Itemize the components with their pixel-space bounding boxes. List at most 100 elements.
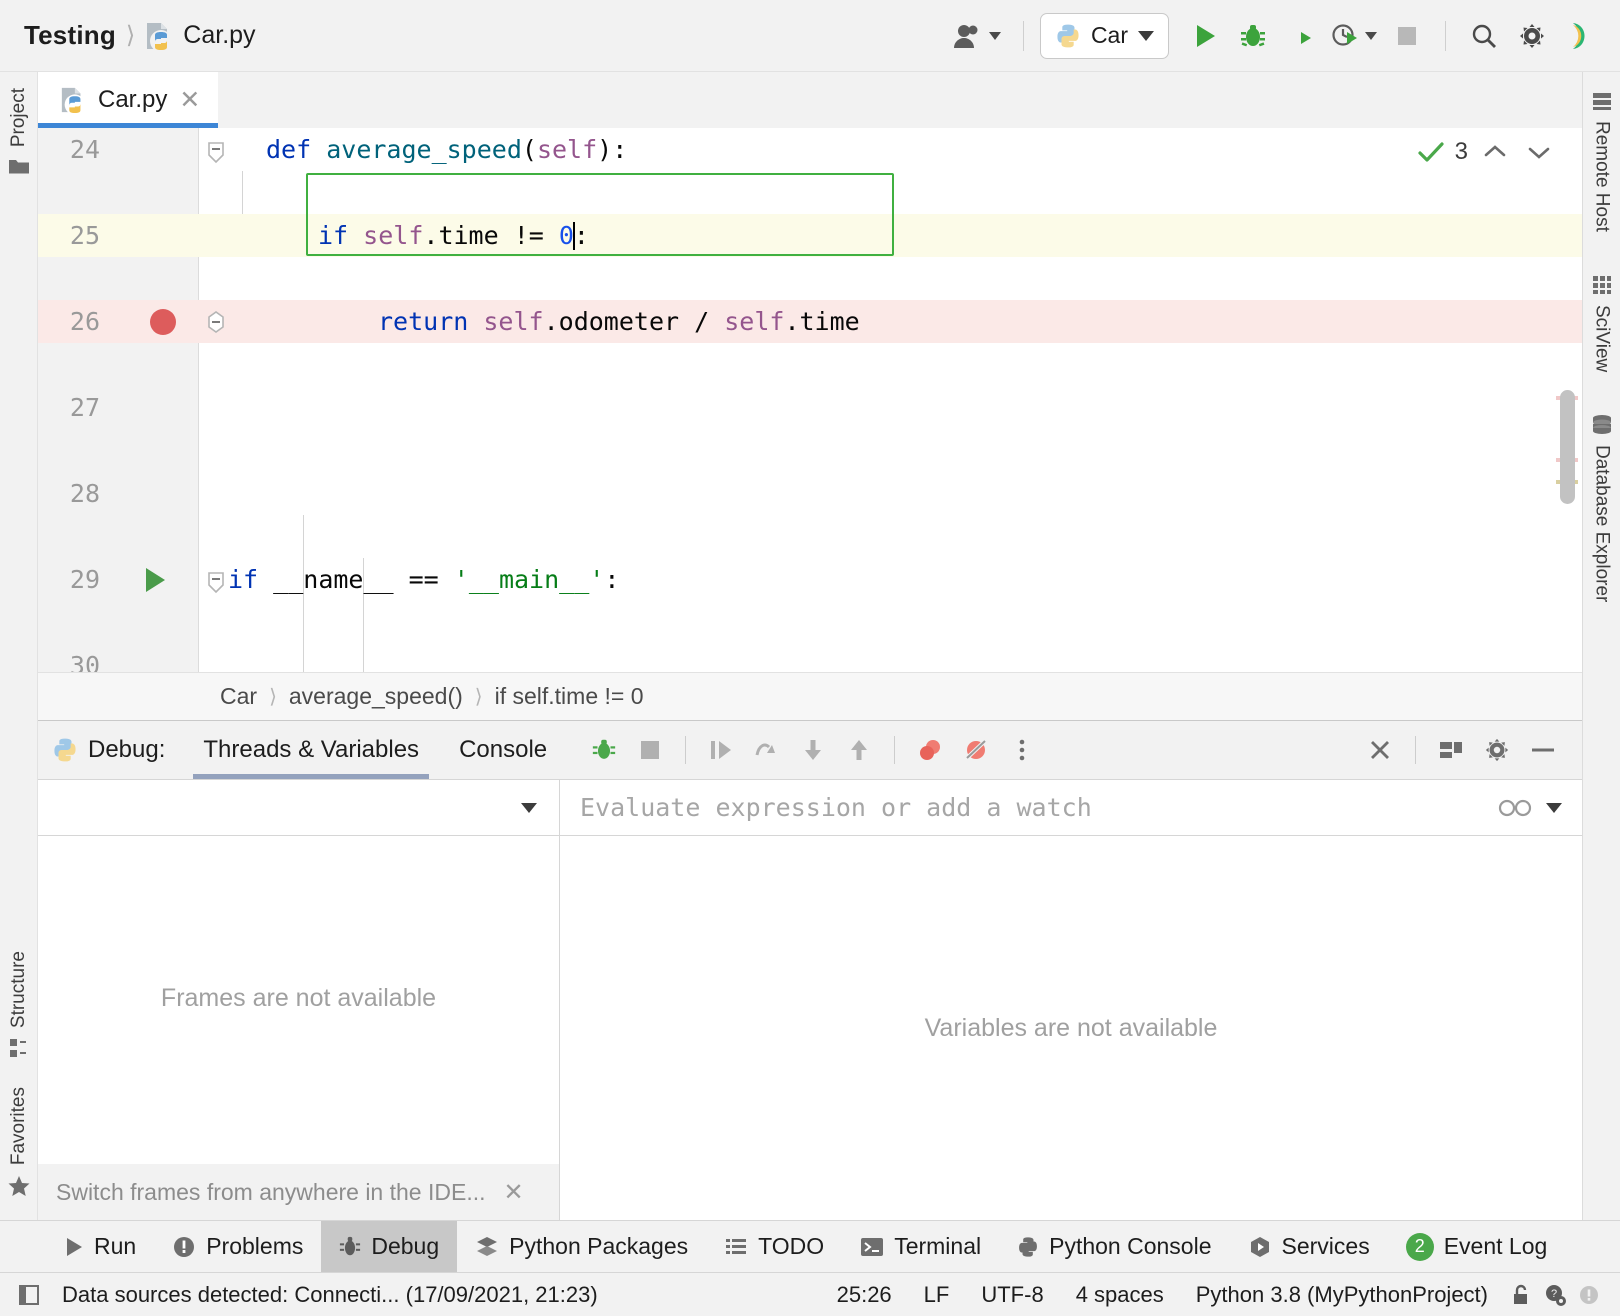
tool-window-label: Run [94,1233,136,1260]
more-options-button[interactable] [1001,729,1043,771]
next-problem-icon[interactable] [1522,142,1556,162]
tab-threads-and-variables[interactable]: Threads & Variables [183,721,439,779]
chevron-down-icon [521,803,537,813]
tool-window-problems[interactable]: Problems [154,1221,321,1272]
line-number: 25 [38,221,100,250]
tool-window-label: TODO [758,1233,824,1260]
code-editor[interactable]: 3 [38,128,1582,672]
sidebar-item-project[interactable]: Project [8,72,30,190]
sidebar-item-database-explorer[interactable]: Database Explorer [1590,386,1614,616]
fold-minus-icon[interactable] [206,309,226,335]
current-file-name[interactable]: Car.py [183,21,255,50]
folder-icon [8,156,30,176]
lock-icon[interactable] [1504,1278,1538,1312]
mute-breakpoints-button[interactable] [955,729,997,771]
status-message[interactable]: Data sources detected: Connecti... (17/0… [46,1282,614,1308]
tab-label: Threads & Variables [203,736,419,764]
run-with-coverage-button[interactable] [1279,14,1323,58]
glasses-icon[interactable] [1498,798,1532,818]
tab-console[interactable]: Console [439,721,567,779]
code-line[interactable]: 27 [38,386,1582,429]
tool-window-event-log[interactable]: 2 Event Log [1388,1221,1566,1272]
step-into-button[interactable] [792,729,834,771]
previous-problem-icon[interactable] [1478,142,1512,162]
fold-minus-icon[interactable] [206,137,226,163]
step-out-button[interactable] [838,729,880,771]
toolbar-right-group: Car [945,13,1602,59]
fold-minus-icon[interactable] [206,567,226,593]
breadcrumb-item-method[interactable]: average_speed() [289,683,463,710]
sidebar-item-label: Structure [8,951,30,1028]
gear-icon[interactable] [1476,729,1518,771]
breakpoint-marker[interactable] [150,309,176,335]
close-icon[interactable] [1359,729,1401,771]
editor-breadcrumb: Car ⟩ average_speed() ⟩ if self.time != … [38,672,1582,720]
breadcrumb-item-class[interactable]: Car [220,683,257,710]
resume-program-button[interactable] [700,729,742,771]
tool-window-python-console[interactable]: Python Console [999,1221,1229,1272]
tool-window-todo[interactable]: TODO [706,1221,842,1272]
editor-tab-car-py[interactable]: Car.py ✕ [38,72,218,128]
frames-dropdown[interactable] [38,780,560,835]
code-line[interactable]: 24 def average_speed(self): [38,128,1582,171]
minimize-button[interactable] [1522,729,1564,771]
code-line[interactable]: 25 if self.time != 0: [38,214,1582,257]
code-lines[interactable]: 24 def average_speed(self): 25 if self.t… [38,128,1582,672]
chevron-down-icon[interactable] [1546,803,1562,813]
scrollbar-thumb[interactable] [1560,390,1575,504]
search-icon[interactable] [1462,14,1506,58]
code-line[interactable]: 30 [38,644,1582,672]
indent-setting[interactable]: 4 spaces [1060,1282,1180,1308]
line-number: 26 [38,307,100,336]
user-account-icon[interactable] [945,14,1007,58]
stop-button[interactable] [1385,14,1429,58]
project-name[interactable]: Testing [24,20,116,51]
tool-window-label: Event Log [1444,1233,1548,1260]
python-interpreter[interactable]: Python 3.8 (MyPythonProject) [1180,1282,1504,1308]
stop-button[interactable] [629,729,671,771]
code-line[interactable]: 26 return self.odometer / self.time [38,300,1582,343]
line-separator[interactable]: LF [908,1282,966,1308]
file-encoding[interactable]: UTF-8 [965,1282,1059,1308]
tool-window-debug[interactable]: Debug [321,1221,457,1272]
tool-window-python-packages[interactable]: Python Packages [457,1221,706,1272]
sidebar-item-label: Remote Host [1591,121,1613,232]
profile-button[interactable] [1327,14,1381,58]
close-icon[interactable]: ✕ [504,1178,524,1207]
sidebar-item-sciview[interactable]: SciView [1591,246,1613,386]
notifications-icon[interactable] [1572,1278,1606,1312]
code-line[interactable]: 28 [38,472,1582,515]
close-icon[interactable]: ✕ [179,88,200,113]
evaluate-expression-field[interactable]: Evaluate expression or add a watch [560,780,1582,835]
sidebar-item-structure[interactable]: Structure [8,937,30,1073]
layout-icon[interactable] [1430,729,1472,771]
tool-window-run[interactable]: Run [46,1221,154,1272]
tool-window-terminal[interactable]: Terminal [842,1221,999,1272]
debug-button[interactable] [1231,14,1275,58]
colored-sphere-icon[interactable] [1558,14,1602,58]
debug-toolbar-divider-2 [894,736,895,764]
status-bar-widget-icon[interactable] [12,1278,46,1312]
caret-position[interactable]: 25:26 [821,1282,908,1308]
sidebar-item-favorites[interactable]: Favorites [7,1073,31,1220]
view-breakpoints-button[interactable] [909,729,951,771]
main-body: Project Structure [0,72,1620,1220]
inspections-icon[interactable]: ? [1538,1278,1572,1312]
code-line[interactable]: 29 if __name__ == '__main__': [38,558,1582,601]
breadcrumb-item-statement[interactable]: if self.time != 0 [495,683,644,710]
check-mark-icon[interactable] [1417,139,1445,165]
rerun-debug-button[interactable] [583,729,625,771]
tool-window-services[interactable]: Services [1230,1221,1388,1272]
gear-icon[interactable] [1510,14,1554,58]
chevron-down-icon [1138,31,1154,41]
debug-toolbar: Debug: Threads & Variables Console [38,721,1582,779]
sidebar-item-label: Project [8,88,30,147]
editor-scrollbar[interactable] [1556,128,1578,672]
run-gutter-icon[interactable] [146,568,165,592]
run-button[interactable] [1183,14,1227,58]
code-text: if __name__ == '__main__': [228,565,619,594]
sidebar-item-remote-host[interactable]: Remote Host [1591,72,1613,246]
step-over-button[interactable] [746,729,788,771]
run-configuration-selector[interactable]: Car [1040,13,1169,59]
tool-window-label: Terminal [894,1233,981,1260]
